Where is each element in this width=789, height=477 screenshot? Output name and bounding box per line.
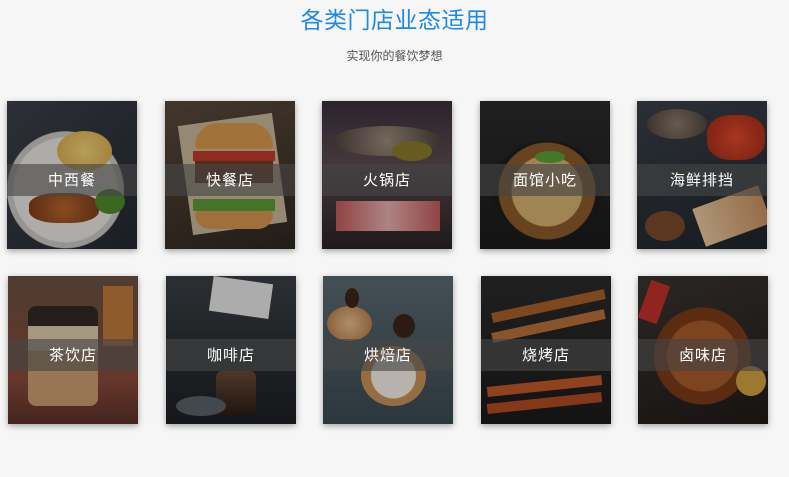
store-card-label: 中西餐 xyxy=(47,171,96,189)
store-card-label: 海鲜排挡 xyxy=(669,171,734,189)
store-card-label: 卤味店 xyxy=(678,346,727,364)
store-card-label: 烘焙店 xyxy=(363,346,412,364)
store-card-label: 咖啡店 xyxy=(206,346,255,364)
store-card-western[interactable]: 中西餐 xyxy=(7,101,137,249)
store-card-bbq[interactable]: 烧烤店 xyxy=(481,276,611,424)
store-card-bakery[interactable]: 烘焙店 xyxy=(323,276,453,424)
store-card-coffee[interactable]: 咖啡店 xyxy=(166,276,296,424)
page-subtitle: 实现你的餐饮梦想 xyxy=(346,49,443,63)
store-card-tea[interactable]: 茶饮店 xyxy=(8,276,138,424)
store-card-hotpot[interactable]: 火锅店 xyxy=(322,101,452,249)
store-card-noodles[interactable]: 面馆小吃 xyxy=(480,101,610,249)
store-card-label: 快餐店 xyxy=(205,171,254,189)
store-card-seafood[interactable]: 海鲜排挡 xyxy=(637,101,767,249)
store-card-label: 烧烤店 xyxy=(521,346,570,364)
store-card-label: 火锅店 xyxy=(362,171,411,189)
store-card-label: 茶饮店 xyxy=(48,346,97,364)
page-title: 各类门店业态适用 xyxy=(300,8,489,34)
store-card-braised[interactable]: 卤味店 xyxy=(638,276,768,424)
store-card-fastfood[interactable]: 快餐店 xyxy=(165,101,295,249)
store-card-label: 面馆小吃 xyxy=(512,171,577,189)
